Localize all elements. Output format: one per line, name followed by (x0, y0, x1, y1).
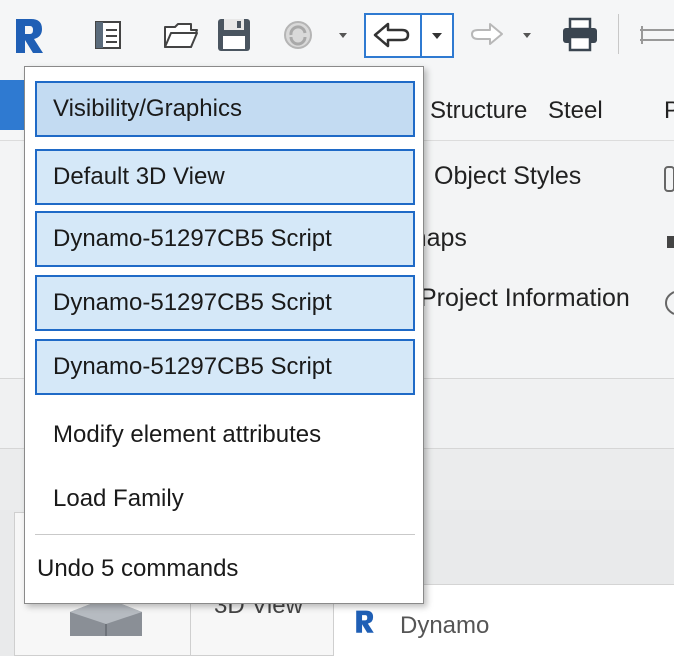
tab-partial[interactable]: P (664, 97, 674, 125)
quick-access-toolbar (0, 0, 674, 66)
object-styles-button[interactable]: Object Styles (434, 162, 581, 191)
menu-separator (35, 534, 415, 535)
undo-count-label: Undo 5 commands (37, 555, 239, 582)
undo-item-dynamo-script-2[interactable]: Dynamo-51297CB5 Script (35, 275, 415, 331)
sync-icon[interactable] (278, 12, 318, 58)
print-icon[interactable] (558, 12, 602, 58)
panel-small-icon (664, 234, 674, 255)
redo-icon[interactable] (466, 12, 506, 58)
undo-item-load-family[interactable]: Load Family (35, 471, 415, 527)
open-folder-icon[interactable] (162, 12, 200, 58)
undo-item-default-3d-view[interactable]: Default 3D View (35, 149, 415, 205)
undo-dropdown-button[interactable] (422, 13, 454, 58)
toolbar-separator (618, 14, 619, 54)
panel-round-icon[interactable] (664, 290, 674, 321)
undo-item-dynamo-script-1[interactable]: Dynamo-51297CB5 Script (35, 211, 415, 267)
panel-tool-icon[interactable] (664, 166, 674, 197)
redo-dropdown-arrow[interactable] (520, 26, 534, 44)
undo-item-modify-element-attributes[interactable]: Modify element attributes (35, 407, 415, 463)
tab-steel[interactable]: Steel (548, 97, 603, 125)
undo-item-visibility-graphics[interactable]: Visibility/Graphics (35, 81, 415, 137)
revit-logo-icon[interactable] (8, 12, 48, 58)
save-icon[interactable] (212, 12, 256, 58)
project-information-button[interactable]: Project Information (420, 284, 630, 313)
chevron-down-icon (523, 32, 531, 38)
undo-icon (373, 22, 410, 48)
active-tab-indicator (0, 80, 24, 130)
chevron-down-icon (432, 32, 442, 39)
chevron-down-icon (339, 32, 347, 38)
tab-structure[interactable]: Structure (430, 97, 527, 125)
undo-button[interactable] (364, 13, 422, 58)
undo-item-dynamo-script-3[interactable]: Dynamo-51297CB5 Script (35, 339, 415, 395)
sync-dropdown-arrow[interactable] (336, 26, 350, 44)
revit-logo-icon (352, 608, 376, 639)
properties-icon[interactable] (90, 12, 126, 58)
measure-icon[interactable] (634, 12, 674, 58)
document-tab-title[interactable]: Dynamo (400, 612, 489, 640)
undo-history-dropdown: Visibility/Graphics Default 3D View Dyna… (24, 66, 424, 604)
